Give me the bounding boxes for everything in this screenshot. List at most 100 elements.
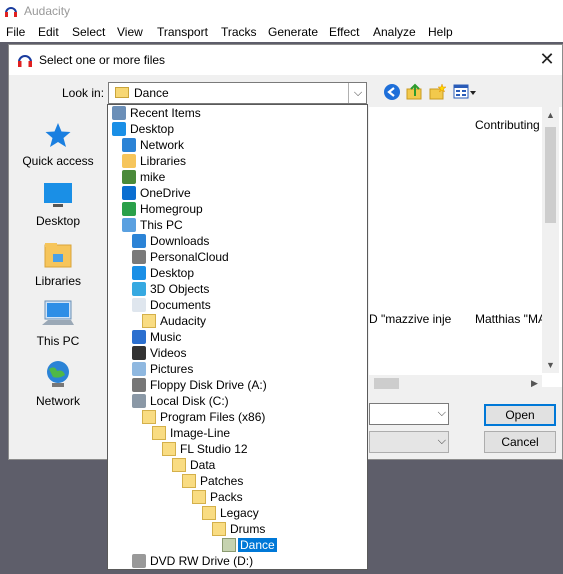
dialog-title: Select one or more files: [39, 53, 166, 67]
scrollbar-thumb[interactable]: [374, 378, 399, 389]
open-button[interactable]: Open: [484, 404, 556, 426]
menu-file[interactable]: File: [6, 25, 25, 39]
look-in-combobox[interactable]: Dance ⌵: [108, 82, 367, 104]
dropdown-item-label: 3D Objects: [150, 282, 210, 296]
list-item[interactable]: Matthias "MA: [475, 312, 546, 326]
menu-transport[interactable]: Transport: [157, 25, 208, 39]
new-folder-icon[interactable]: [429, 83, 447, 101]
close-icon[interactable]: ✕: [537, 49, 557, 69]
menu-effect[interactable]: Effect: [329, 25, 359, 39]
list-item[interactable]: D "mazzive inje: [369, 312, 451, 326]
menu-help[interactable]: Help: [428, 25, 453, 39]
menubar: File Edit Select View Transport Tracks G…: [0, 22, 563, 42]
music-icon: [132, 330, 146, 344]
dropdown-item-label: Libraries: [140, 154, 187, 168]
audacity-logo-icon: [5, 7, 17, 17]
recent-items-icon: [112, 106, 126, 120]
vertical-scrollbar[interactable]: ▲ ▼: [542, 107, 559, 373]
desktop-icon: [112, 122, 126, 136]
place-libraries[interactable]: Libraries: [17, 241, 99, 288]
dropdown-item-label: Recent Items: [130, 106, 201, 120]
horizontal-scrollbar[interactable]: ▶: [369, 375, 542, 392]
place-label: This PC: [36, 334, 80, 348]
place-label: Libraries: [34, 274, 82, 288]
3d-objects-icon: [132, 282, 146, 296]
network-icon: [47, 361, 69, 387]
dropdown-item-label: Local Disk (C:): [150, 394, 229, 408]
chevron-down-icon[interactable]: ⌵: [348, 83, 367, 103]
column-header-contributing[interactable]: Contributing: [475, 118, 540, 132]
folder-icon: [222, 538, 236, 552]
dropdown-item-label: OneDrive: [140, 186, 191, 200]
dropdown-item-label: Pictures: [150, 362, 194, 376]
app-titlebar: Audacity: [0, 0, 563, 22]
dropdown-item-label: Network: [140, 138, 185, 152]
dropdown-item-label: Documents: [150, 298, 211, 312]
dropdown-item-label: mike: [140, 170, 166, 184]
place-label: Desktop: [35, 214, 81, 228]
dropdown-item-label: Downloads: [150, 234, 210, 248]
cloud-drive-icon: [132, 250, 146, 264]
computer-icon: [122, 218, 136, 232]
file-list[interactable]: Contributing D "mazzive inje Matthias "M…: [369, 107, 562, 387]
folder-icon: [182, 474, 196, 488]
chevron-down-icon[interactable]: ▼: [546, 360, 555, 370]
look-in-label: Look in:: [62, 86, 105, 100]
view-menu-icon[interactable]: [453, 83, 477, 101]
chevron-down-icon[interactable]: ⌵: [438, 407, 446, 420]
menu-tracks[interactable]: Tracks: [221, 25, 257, 39]
star-icon: [45, 123, 71, 147]
look-in-dropdown-list[interactable]: Recent Items Desktop Network Libraries mike O…: [107, 104, 368, 570]
folder-icon: [202, 506, 216, 520]
hard-drive-icon: [132, 394, 146, 408]
dropdown-item-label: Floppy Disk Drive (A:): [150, 378, 267, 392]
folder-icon: [152, 426, 166, 440]
chevron-down-icon[interactable]: ⌵: [438, 435, 446, 448]
dvd-drive-icon: [132, 554, 146, 568]
dropdown-item-label: Image-Line: [170, 426, 231, 440]
floppy-drive-icon: [132, 378, 146, 392]
desktop-icon: [132, 266, 146, 280]
computer-icon: [42, 300, 74, 325]
scrollbar-thumb[interactable]: [545, 127, 556, 223]
libraries-icon: [122, 154, 136, 168]
menu-generate[interactable]: Generate: [268, 25, 318, 39]
dropdown-item-label: Desktop: [150, 266, 195, 280]
onedrive-icon: [122, 186, 136, 200]
dropdown-item-label: Legacy: [220, 506, 259, 520]
place-this-pc[interactable]: This PC: [17, 299, 99, 348]
downloads-icon: [132, 234, 146, 248]
chevron-up-icon[interactable]: ▲: [546, 110, 555, 120]
place-network[interactable]: Network: [17, 359, 99, 408]
folder-icon: [142, 410, 156, 424]
folder-icon: [162, 442, 176, 456]
folder-icon: [142, 314, 156, 328]
place-desktop[interactable]: Desktop: [17, 181, 99, 228]
folder-icon: [212, 522, 226, 536]
look-in-value: Dance: [134, 86, 169, 100]
dropdown-item-label: PersonalCloud: [150, 250, 229, 264]
back-icon[interactable]: [383, 83, 401, 101]
user-icon: [122, 170, 136, 184]
cancel-button[interactable]: Cancel: [484, 431, 556, 453]
file-type-combobox[interactable]: ⌵: [369, 431, 449, 453]
chevron-right-icon[interactable]: ▶: [531, 378, 538, 389]
app-title: Audacity: [24, 4, 71, 18]
network-icon: [122, 138, 136, 152]
file-name-combobox[interactable]: ⌵: [369, 403, 449, 425]
dropdown-item-label: Music: [150, 330, 182, 344]
dropdown-item-label: This PC: [140, 218, 183, 232]
menu-analyze[interactable]: Analyze: [373, 25, 416, 39]
folder-icon: [192, 490, 206, 504]
place-quick-access[interactable]: Quick access: [17, 121, 99, 168]
up-folder-icon[interactable]: [406, 83, 424, 101]
menu-edit[interactable]: Edit: [38, 25, 59, 39]
dropdown-item-label: Patches: [200, 474, 244, 488]
menu-select[interactable]: Select: [72, 25, 105, 39]
dropdown-item-label: Homegroup: [140, 202, 203, 216]
dropdown-item-label: Packs: [210, 490, 243, 504]
pictures-icon: [132, 362, 146, 376]
dropdown-item-label: Drums: [230, 522, 266, 536]
dropdown-item-label: Data: [190, 458, 216, 472]
menu-view[interactable]: View: [117, 25, 143, 39]
